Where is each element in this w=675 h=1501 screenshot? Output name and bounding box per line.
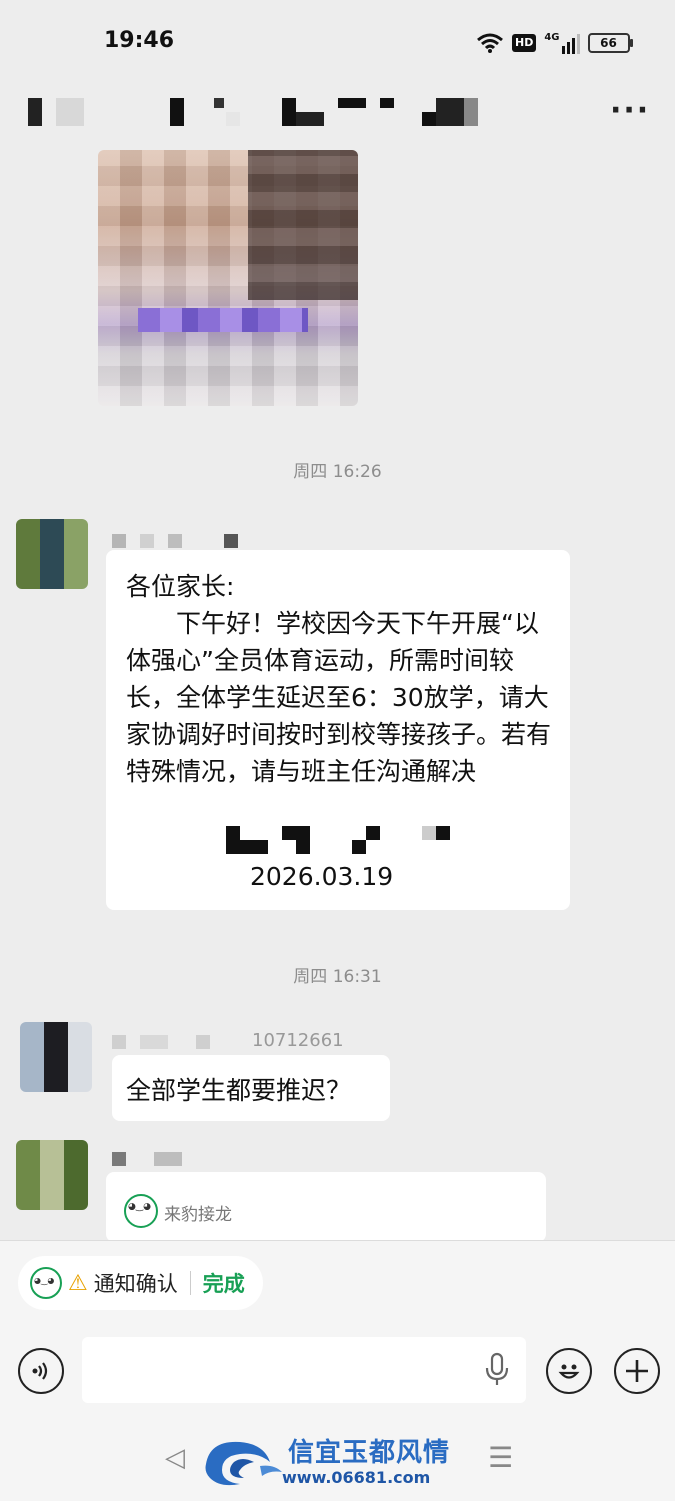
sender-name-redacted	[112, 534, 238, 548]
laibao-logo-icon	[30, 1267, 62, 1299]
sender-name: 10712661	[112, 1030, 344, 1051]
app-card-bubble[interactable]: 来豹接龙	[106, 1172, 546, 1242]
microphone-icon[interactable]	[484, 1352, 510, 1388]
message-timestamp: 周四 16:31	[293, 967, 382, 987]
laibao-logo-icon	[124, 1194, 158, 1228]
chat-title-redacted	[28, 98, 478, 126]
sender-name-redacted	[112, 1034, 210, 1049]
notice-greeting: 各位家长:	[126, 572, 235, 601]
notice-text: 各位家长: 下午好！学校因今天下午开展“以体强心”全员体育运动，所需时间较长，全…	[126, 568, 556, 790]
notice-confirm-chip[interactable]: ⚠ 通知确认 完成	[18, 1256, 263, 1310]
network-type: 4G	[544, 32, 560, 43]
avatar[interactable]	[20, 1022, 92, 1092]
voice-icon	[32, 1362, 48, 1380]
reply-text: 全部学生都要推迟？	[126, 1076, 352, 1105]
message-timestamp: 周四 16:26	[293, 462, 382, 482]
watermark-logo-icon	[205, 1441, 282, 1486]
wifi-icon	[477, 33, 503, 53]
image-message[interactable]	[98, 150, 358, 406]
hd-badge: HD	[512, 34, 537, 52]
smiley-icon	[558, 1364, 580, 1379]
sender-name-suffix: 10712661	[252, 1030, 344, 1051]
notice-body: 下午好！学校因今天下午开展“以体强心”全员体育运动，所需时间较长，全体学生延迟至…	[126, 609, 552, 786]
status-time: 19:46	[104, 28, 175, 53]
divider	[189, 1271, 191, 1295]
watermark: 信宜玉都风情 www.06681.com	[200, 1430, 490, 1494]
notice-message-bubble[interactable]: 各位家长: 下午好！学校因今天下午开展“以体强心”全员体育运动，所需时间较长，全…	[106, 550, 570, 910]
plus-icon	[626, 1360, 648, 1382]
nav-back-icon[interactable]: ◁	[165, 1443, 185, 1473]
watermark-title: 信宜玉都风情	[288, 1438, 451, 1468]
avatar[interactable]	[16, 1140, 88, 1210]
avatar[interactable]	[16, 519, 88, 589]
voice-input-button[interactable]	[18, 1348, 64, 1394]
status-icons: HD 4G 66	[476, 30, 633, 56]
sender-name-redacted	[112, 1152, 182, 1166]
message-input[interactable]	[82, 1337, 526, 1403]
signal-icon: 4G	[544, 32, 580, 54]
watermark-url: www.06681.com	[282, 1468, 431, 1487]
emoji-button[interactable]	[546, 1348, 592, 1394]
notice-date: 2026.03.19	[250, 862, 394, 891]
notice-confirm-label: 通知确认	[93, 1272, 178, 1296]
image-content	[138, 308, 308, 332]
more-actions-button[interactable]	[614, 1348, 660, 1394]
image-content	[248, 150, 358, 300]
battery-icon: 66	[587, 33, 633, 53]
card-app-name: 来豹接龙	[164, 1205, 232, 1225]
nav-menu-icon[interactable]: ☰	[488, 1441, 513, 1474]
more-dots-icon[interactable]: ···	[610, 93, 650, 128]
notice-signature-redacted	[226, 826, 450, 854]
reply-message-bubble[interactable]: 全部学生都要推迟？	[112, 1055, 390, 1121]
warning-icon: ⚠	[68, 1270, 88, 1296]
notice-confirm-status[interactable]: 完成	[203, 1268, 245, 1298]
